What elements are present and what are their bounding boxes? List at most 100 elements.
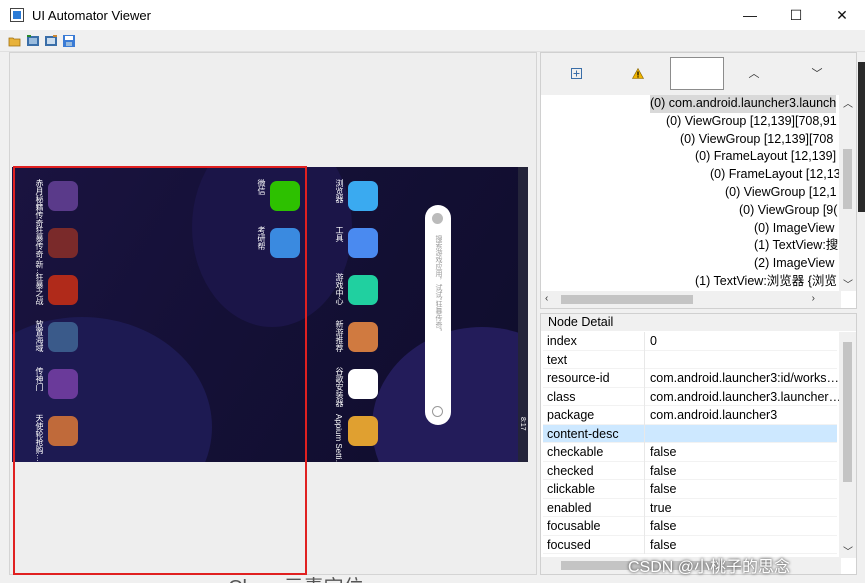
property-row[interactable]: index 0	[543, 332, 837, 351]
tree-node[interactable]: (1) TextView:浏览器 {浏览	[695, 273, 837, 290]
minimize-button[interactable]: —	[727, 0, 773, 30]
scroll-down-icon[interactable]: ﹀	[843, 543, 853, 558]
previous-icon[interactable]: ︿	[746, 65, 762, 81]
expand-all-icon[interactable]	[568, 65, 584, 81]
app-icon[interactable]	[348, 181, 378, 211]
property-key: focusable	[547, 517, 645, 536]
tree-node[interactable]: (0) ViewGroup [9(	[739, 202, 837, 220]
hierarchy-panel: ︿ ﹀ (0) com.android.launcher3.launch (0) …	[540, 52, 857, 309]
property-value: false	[650, 537, 677, 552]
property-key: checked	[547, 461, 645, 480]
property-row[interactable]: focusable false	[543, 517, 837, 536]
property-key: checkable	[547, 443, 645, 462]
screenshot-pane[interactable]: 赤月秘籍传奇 狂暴传奇-新… 狂暴之战 放置海域 传神门 天使轮抢购… 微信 考研帮 浏览器…	[9, 52, 537, 575]
tree-node[interactable]: (2) ImageView	[754, 255, 834, 273]
main-toolbar	[0, 30, 865, 52]
property-key: package	[547, 406, 645, 425]
app-label: 谷歌安装器	[335, 367, 344, 407]
selected-node-highlight	[13, 166, 307, 575]
property-row[interactable]: class com.android.launcher3.launcher…	[543, 387, 840, 406]
property-row[interactable]: checkable false	[543, 443, 837, 462]
app-label: 游戏中心	[335, 273, 344, 305]
search-icon	[432, 406, 443, 417]
property-value: true	[650, 500, 672, 515]
property-key: focused	[547, 535, 645, 554]
tree-node[interactable]: (1) TextView:搜	[754, 237, 838, 255]
property-value: false	[650, 482, 677, 496]
tree-node[interactable]: (0) FrameLayout [12,13	[710, 166, 841, 184]
open-folder-icon[interactable]	[8, 34, 22, 48]
search-bar[interactable]: 搜索游戏应用，试试“狂暴传奇”	[425, 205, 451, 425]
title-bar: UI Automator Viewer — ☐ ✕	[0, 0, 865, 30]
property-value: false	[650, 463, 677, 478]
property-row[interactable]: resource-id com.android.launcher3:id/work…	[543, 369, 839, 388]
window-title: UI Automator Viewer	[32, 7, 151, 23]
tree-vertical-scrollbar[interactable]: ︿ ﹀	[839, 95, 856, 291]
property-row[interactable]: content-desc	[543, 424, 837, 443]
search-hint: 搜索游戏应用，试试“狂暴传奇”	[435, 235, 442, 331]
scroll-right-icon[interactable]: ›	[812, 293, 815, 304]
app-icon	[10, 8, 24, 22]
app-label: 浏览器	[335, 179, 344, 203]
node-detail-table[interactable]: index 0 text resource-id com.android.launche…	[543, 332, 840, 554]
device-status-bar: 8:17	[518, 167, 528, 462]
scroll-left-icon[interactable]: ‹	[545, 293, 548, 304]
node-detail-panel: Node Detail index 0 text resource-id com.and…	[540, 313, 857, 575]
property-row[interactable]: clickable false	[543, 480, 837, 499]
property-row[interactable]: focused false	[543, 535, 837, 554]
scroll-thumb[interactable]	[843, 342, 852, 482]
background-window-edge	[858, 62, 865, 212]
tree-node[interactable]: (0) com.android.launcher3.launch	[650, 95, 837, 113]
property-key: index	[547, 332, 645, 351]
tree-node[interactable]: (0) FrameLayout [12,139]	[695, 148, 836, 166]
ui-automator-window: UI Automator Viewer — ☐ ✕ 赤月秘籍传奇 狂暴传奇-新… 狂…	[0, 0, 865, 583]
node-detail-header: Node Detail	[541, 314, 856, 331]
scroll-thumb[interactable]	[561, 295, 693, 304]
property-value: com.android.launcher3	[650, 408, 778, 422]
status-time: 8:17	[519, 417, 526, 431]
maximize-button[interactable]: ☐	[773, 0, 819, 30]
search-avatar-icon	[432, 213, 443, 224]
property-value: false	[650, 519, 677, 533]
scroll-thumb[interactable]	[843, 149, 852, 209]
search-node-input[interactable]	[670, 57, 724, 90]
property-row[interactable]: text	[543, 350, 837, 369]
property-row[interactable]: checked false	[543, 461, 837, 480]
close-button[interactable]: ✕	[819, 0, 865, 30]
next-icon[interactable]: ﹀	[809, 65, 825, 81]
warning-icon[interactable]	[630, 65, 646, 81]
scroll-up-icon[interactable]: ︿	[843, 95, 853, 110]
app-icon[interactable]	[348, 275, 378, 305]
device-screenshot-compressed-icon[interactable]	[44, 34, 58, 48]
property-key: content-desc	[547, 424, 645, 443]
tree-node[interactable]: (0) ViewGroup [12,1	[725, 184, 837, 202]
app-label: 新游推荐	[335, 320, 344, 352]
property-value: com.android.launcher3.launcher…	[650, 389, 840, 404]
property-row[interactable]: package com.android.launcher3	[543, 406, 837, 425]
detail-vertical-scrollbar[interactable]: ﹀	[839, 332, 856, 558]
hierarchy-toolbar: ︿ ﹀	[541, 53, 856, 95]
app-icon[interactable]	[348, 369, 378, 399]
device-screenshot-icon[interactable]	[26, 34, 40, 48]
app-label: Appium Setti…	[334, 414, 343, 462]
tree-node[interactable]: (0) ImageView	[754, 220, 834, 238]
app-icon[interactable]	[348, 228, 378, 258]
tree-horizontal-scrollbar[interactable]: ‹ ›	[541, 291, 841, 308]
app-icon[interactable]	[348, 322, 378, 352]
property-row[interactable]: enabled true	[543, 498, 837, 517]
hierarchy-tree[interactable]: (0) com.android.launcher3.launch (0) View…	[545, 95, 841, 290]
csdn-watermark: CSDN @小桃子的思念	[628, 559, 791, 576]
tree-node[interactable]: (0) ViewGroup [12,139][708	[680, 131, 833, 149]
property-key: enabled	[547, 498, 645, 517]
save-icon[interactable]	[62, 34, 76, 48]
property-key: text	[547, 350, 645, 369]
window-controls: — ☐ ✕	[727, 0, 865, 30]
property-value: false	[650, 445, 677, 459]
property-value: 0	[650, 334, 657, 348]
property-key: resource-id	[547, 369, 645, 388]
tree-node[interactable]: (0) ViewGroup [12,139][708,91	[666, 113, 837, 131]
property-key: clickable	[547, 480, 645, 499]
app-icon[interactable]	[348, 416, 378, 446]
scroll-down-icon[interactable]: ﹀	[843, 276, 853, 291]
app-label: 工具	[335, 226, 344, 242]
